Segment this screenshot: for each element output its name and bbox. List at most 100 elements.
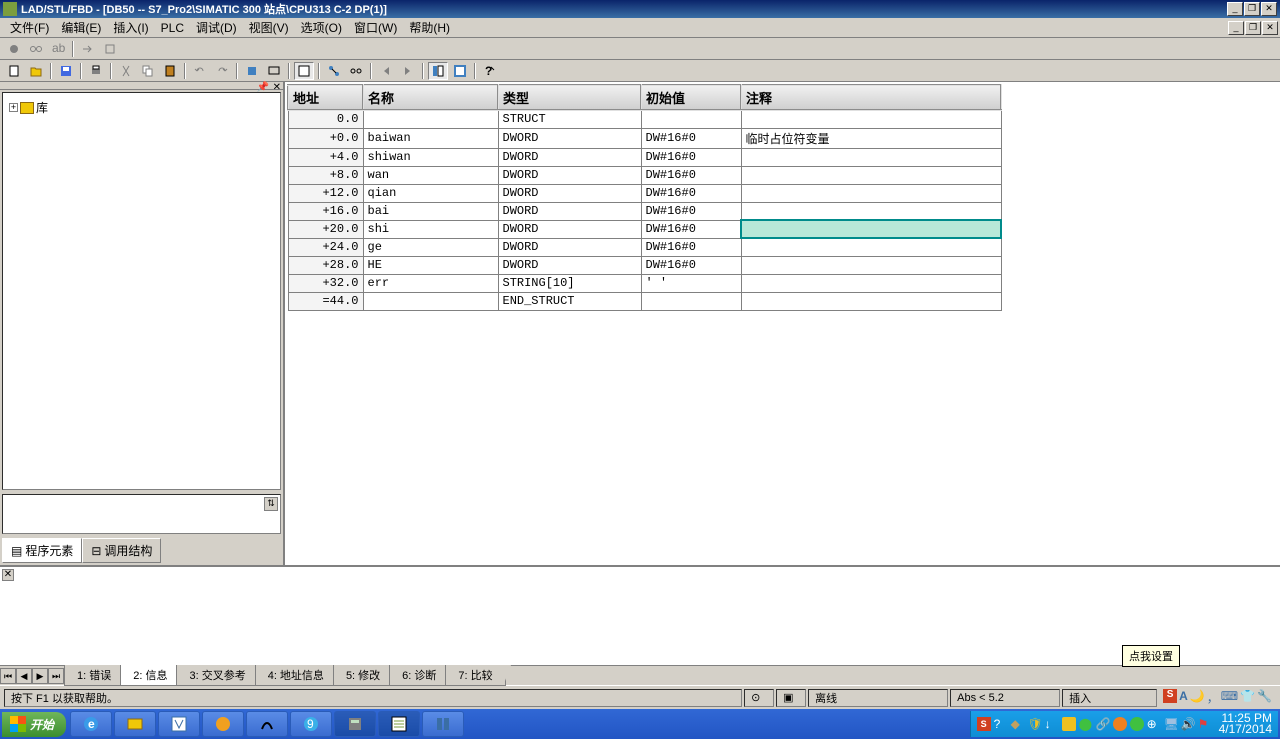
ime-a-icon[interactable]: A — [1179, 689, 1188, 706]
output-close-icon[interactable]: ✕ — [2, 569, 14, 581]
tray-usb-icon[interactable]: ⬤ — [1079, 717, 1093, 731]
cell-name[interactable]: bai — [363, 202, 498, 220]
menu-debug[interactable]: 调试(D) — [190, 17, 243, 38]
header-initial[interactable]: 初始值 — [641, 85, 741, 110]
output-tab-2[interactable]: 3: 交叉参考 — [176, 665, 258, 686]
cell-init[interactable]: DW#16#0 — [641, 128, 741, 148]
copy-icon[interactable] — [138, 62, 158, 80]
pin-icon[interactable]: 📌 — [257, 82, 269, 93]
cell-type[interactable]: DWORD — [498, 128, 641, 148]
cell-init[interactable]: DW#16#0 — [641, 166, 741, 184]
cell-type[interactable]: DWORD — [498, 184, 641, 202]
table-row[interactable]: +20.0shiDWORDDW#16#0 — [288, 220, 1001, 238]
start-button[interactable]: 开始 — [2, 712, 66, 737]
cell-addr[interactable]: +4.0 — [288, 148, 363, 166]
cell-type[interactable]: DWORD — [498, 220, 641, 238]
module-icon[interactable] — [100, 40, 120, 58]
task-explorer[interactable] — [114, 711, 156, 737]
table-row[interactable]: +12.0qianDWORDDW#16#0 — [288, 184, 1001, 202]
first-icon[interactable] — [376, 62, 396, 80]
cell-name[interactable]: qian — [363, 184, 498, 202]
tray-s-icon[interactable]: S — [977, 717, 991, 731]
redo-icon[interactable] — [212, 62, 232, 80]
task-simatic[interactable] — [334, 711, 376, 737]
ime-keyboard-icon[interactable]: ⌨ — [1221, 689, 1238, 706]
ime-shirt-icon[interactable]: 👕 — [1240, 689, 1255, 706]
cell-comm[interactable] — [741, 274, 1001, 292]
cell-comm[interactable] — [741, 148, 1001, 166]
cell-init[interactable] — [641, 292, 741, 310]
cell-comm[interactable] — [741, 292, 1001, 310]
tray-arrow-icon[interactable]: ↓ — [1045, 717, 1059, 731]
cell-name[interactable] — [363, 110, 498, 128]
tray-yellow-icon[interactable] — [1062, 717, 1076, 731]
cell-name[interactable]: ge — [363, 238, 498, 256]
nav-first-icon[interactable]: ⏮ — [0, 668, 16, 684]
open-icon[interactable] — [26, 62, 46, 80]
header-address[interactable]: 地址 — [288, 85, 363, 110]
undo-icon[interactable] — [190, 62, 210, 80]
task-app4[interactable]: 9 — [290, 711, 332, 737]
task-hwconfig[interactable] — [422, 711, 464, 737]
download-icon[interactable] — [242, 62, 262, 80]
tray-chain-icon[interactable]: 🔗 — [1096, 717, 1110, 731]
simulate-icon[interactable] — [346, 62, 366, 80]
cell-comm[interactable] — [741, 110, 1001, 128]
mdi-close[interactable]: ✕ — [1262, 21, 1278, 35]
cell-init[interactable]: DW#16#0 — [641, 256, 741, 274]
glasses-icon[interactable] — [26, 40, 46, 58]
cell-addr[interactable]: +32.0 — [288, 274, 363, 292]
help-icon[interactable]: ? — [480, 62, 500, 80]
table-row[interactable]: +32.0errSTRING[10]' ' — [288, 274, 1001, 292]
detail-view-icon[interactable] — [428, 62, 448, 80]
menu-options[interactable]: 选项(O) — [295, 17, 348, 38]
sort-icon[interactable]: ⇅ — [264, 497, 278, 511]
nav-prev-icon[interactable]: ◀ — [16, 668, 32, 684]
table-row[interactable]: +0.0baiwanDWORDDW#16#0临时占位符变量 — [288, 128, 1001, 148]
cell-type[interactable]: STRUCT — [498, 110, 641, 128]
task-lad[interactable] — [378, 711, 420, 737]
overview-icon[interactable] — [294, 62, 314, 80]
task-app2[interactable] — [202, 711, 244, 737]
cell-init[interactable] — [641, 110, 741, 128]
cell-name[interactable] — [363, 292, 498, 310]
ab-icon[interactable]: ab — [48, 40, 68, 58]
output-tab-5[interactable]: 6: 诊断 — [389, 665, 449, 686]
cell-comm[interactable] — [741, 238, 1001, 256]
cell-type[interactable]: STRING[10] — [498, 274, 641, 292]
task-app1[interactable] — [158, 711, 200, 737]
output-tab-0[interactable]: 1: 错误 — [64, 665, 124, 686]
nav-next-icon[interactable]: ▶ — [32, 668, 48, 684]
mdi-minimize[interactable]: _ — [1228, 21, 1244, 35]
last-icon[interactable] — [398, 62, 418, 80]
close-button[interactable]: ✕ — [1261, 2, 1277, 16]
taskbar-clock[interactable]: 11:25 PM 4/17/2014 — [1219, 713, 1272, 735]
cell-name[interactable]: shiwan — [363, 148, 498, 166]
cell-init[interactable]: DW#16#0 — [641, 148, 741, 166]
cell-addr[interactable]: +8.0 — [288, 166, 363, 184]
ime-s-icon[interactable]: S — [1163, 689, 1177, 703]
output-tab-4[interactable]: 5: 修改 — [333, 665, 393, 686]
nav-last-icon[interactable]: ⏭ — [48, 668, 64, 684]
cell-type[interactable]: DWORD — [498, 166, 641, 184]
mdi-restore[interactable]: ❐ — [1245, 21, 1261, 35]
cell-comm[interactable] — [741, 256, 1001, 274]
table-row[interactable]: =44.0END_STRUCT — [288, 292, 1001, 310]
paste-icon[interactable] — [160, 62, 180, 80]
goto-icon[interactable] — [78, 40, 98, 58]
cell-name[interactable]: wan — [363, 166, 498, 184]
menu-help[interactable]: 帮助(H) — [403, 17, 456, 38]
cell-name[interactable]: err — [363, 274, 498, 292]
tray-help-icon[interactable]: ? — [994, 717, 1008, 731]
tray-shield-icon[interactable]: 🛡 — [1028, 717, 1042, 731]
cell-addr[interactable]: +28.0 — [288, 256, 363, 274]
table-row[interactable]: 0.0STRUCT — [288, 110, 1001, 128]
cell-type[interactable]: DWORD — [498, 256, 641, 274]
menu-window[interactable]: 窗口(W) — [348, 17, 403, 38]
tree-root-node[interactable]: + 库 — [7, 97, 276, 118]
tab-call-structure[interactable]: ⊟调用结构 — [82, 538, 161, 563]
menu-edit[interactable]: 编辑(E) — [55, 17, 107, 38]
cell-name[interactable]: baiwan — [363, 128, 498, 148]
cell-comm[interactable] — [741, 220, 1001, 238]
table-row[interactable]: +28.0HEDWORDDW#16#0 — [288, 256, 1001, 274]
